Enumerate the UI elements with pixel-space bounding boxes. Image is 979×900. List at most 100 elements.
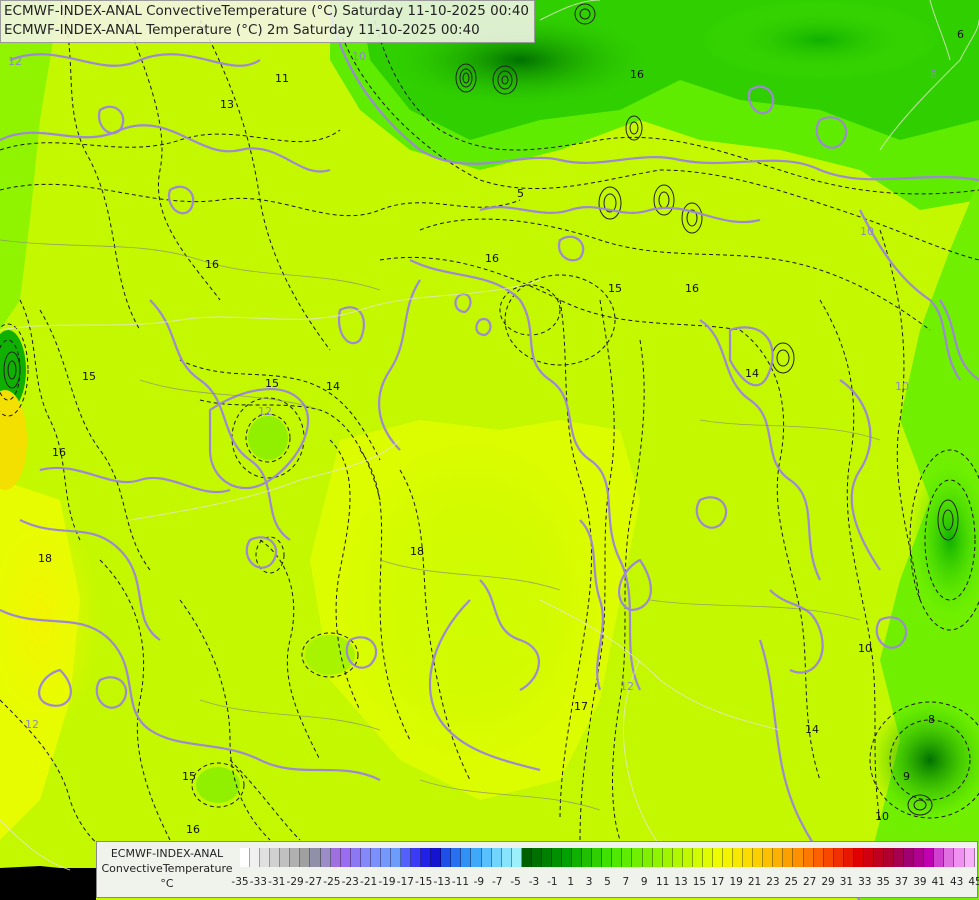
legend-swatch (551, 848, 562, 867)
no-data-corner (0, 866, 96, 900)
contour-label: 15 (265, 377, 279, 390)
legend-swatch (743, 848, 754, 867)
legend-swatch (712, 848, 723, 867)
legend-swatch (511, 848, 522, 867)
legend-swatch (562, 848, 573, 867)
legend-swatch (280, 848, 291, 867)
contour-label: 15 (182, 770, 196, 783)
legend-swatch (541, 848, 552, 867)
contour-label: 16 (685, 282, 699, 295)
legend-tick-label: -15 (415, 876, 433, 888)
legend-swatch (572, 848, 583, 867)
legend-tick-label: 41 (931, 876, 945, 888)
legend-tick-label: 31 (839, 876, 854, 888)
isotherm-label: 10 (860, 225, 874, 238)
legend-tick-label: -31 (268, 876, 286, 888)
cool-spot (248, 416, 288, 460)
contour-label: 6 (957, 28, 964, 41)
legend-swatch (894, 848, 905, 867)
legend-tick-label: 21 (747, 876, 762, 888)
contour-label: 10 (875, 810, 889, 823)
contour-label: 16 (52, 446, 66, 459)
legend-swatch (592, 848, 603, 867)
legend-swatch (783, 848, 794, 867)
legend-swatch (421, 848, 432, 867)
legend-swatch (260, 848, 271, 867)
legend-swatch (652, 848, 663, 867)
contour-label: 14 (326, 380, 340, 393)
legend-swatch (431, 848, 442, 867)
legend-tick-label: -35 (231, 876, 249, 888)
legend-swatch (471, 848, 482, 867)
legend-swatch (924, 848, 935, 867)
legend-tick-label: 5 (604, 876, 611, 888)
contour-label: 16 (205, 258, 219, 271)
legend-tick-label: -29 (286, 876, 304, 888)
legend-swatch (682, 848, 693, 867)
isotherm-label: 12 (620, 680, 634, 693)
legend-swatch (411, 848, 422, 867)
legend-tick-label: -1 (547, 876, 558, 888)
legend-swatch (702, 848, 713, 867)
color-legend: ECMWF-INDEX-ANAL ConvectiveTemperature °… (96, 841, 979, 898)
contour-label: 14 (805, 723, 819, 736)
legend-swatch (320, 848, 331, 867)
legend-tick-label: 35 (876, 876, 890, 888)
legend-color-scale (240, 848, 975, 867)
legend-tick-label: -7 (492, 876, 503, 888)
legend-swatch (310, 848, 321, 867)
legend-tick-label: 27 (802, 876, 817, 888)
legend-tick-label: 11 (655, 876, 670, 888)
legend-swatch (401, 848, 412, 867)
legend-swatch (582, 848, 593, 867)
legend-swatch (733, 848, 744, 867)
legend-swatch (793, 848, 804, 867)
legend-tick-label: -27 (304, 876, 323, 888)
legend-swatch (823, 848, 834, 867)
legend-swatch (964, 848, 975, 867)
legend-swatch (723, 848, 734, 867)
legend-swatch (632, 848, 643, 867)
legend-tick-label: -25 (323, 876, 341, 888)
isotherm-label: 12 (258, 405, 272, 418)
legend-tick-label: 33 (858, 876, 872, 888)
isotherm-label: 10 (895, 380, 909, 393)
legend-swatch (773, 848, 784, 867)
legend-swatch (441, 848, 452, 867)
legend-tick-labels: -35 -33 -31 -29 -27 -25 -23 -21 -19 -17 -15 -13 -11-… (231, 876, 979, 890)
legend-tick-label: -33 (249, 876, 267, 888)
legend-tick-label: 13 (674, 876, 688, 888)
legend-swatch (240, 848, 251, 867)
legend-tick-label: -23 (341, 876, 359, 888)
contour-label: 8 (928, 713, 935, 726)
legend-tick-label: 43 (949, 876, 964, 888)
legend-swatch (612, 848, 623, 867)
isotherm-label: 12 (25, 718, 39, 731)
legend-swatch (370, 848, 381, 867)
title-line-convective: ECMWF-INDEX-ANAL ConvectiveTemperature (… (4, 3, 530, 19)
legend-swatch (763, 848, 774, 867)
legend-swatch (813, 848, 824, 867)
contour-label: 15 (608, 282, 622, 295)
legend-tick-label: 25 (784, 876, 798, 888)
legend-tick-label: -9 (473, 876, 485, 888)
legend-tick-label: 1 (567, 876, 575, 888)
legend-swatch (873, 848, 884, 867)
legend-swatch (692, 848, 703, 867)
contour-label: 16 (186, 823, 200, 836)
title-line-temperature: ECMWF-INDEX-ANAL Temperature (°C) 2m Sat… (4, 22, 480, 38)
legend-swatch (531, 848, 542, 867)
contour-label: 10 (858, 642, 872, 655)
legend-title-line2: ConvectiveTemperature (101, 862, 233, 875)
legend-tick-label: 17 (711, 876, 725, 888)
legend-swatch (330, 848, 341, 867)
legend-tick-label: -5 (510, 876, 521, 888)
contour-label: 15 (82, 370, 96, 383)
legend-tick-label: -21 (360, 876, 378, 888)
legend-tick-label: 19 (729, 876, 743, 888)
contour-label: 17 (574, 700, 588, 713)
legend-swatch (904, 848, 915, 867)
legend-swatch (753, 848, 764, 867)
legend-tick-label: -13 (433, 876, 451, 888)
contour-label: 5 (517, 187, 524, 200)
